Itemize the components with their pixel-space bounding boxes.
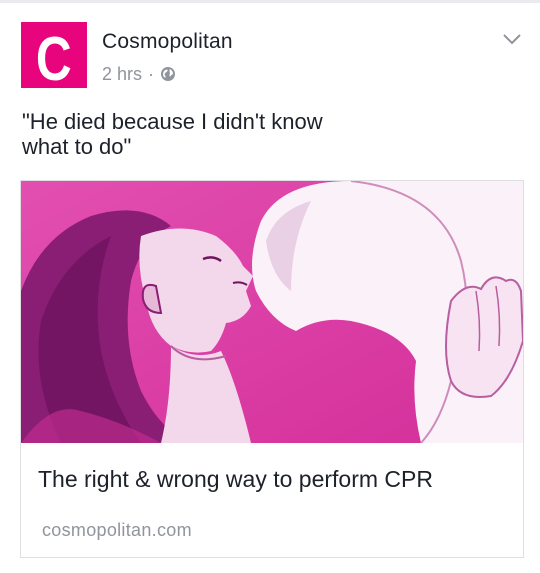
top-divider xyxy=(0,0,540,3)
link-domain: cosmopolitan.com xyxy=(42,520,192,540)
logo-letter: C xyxy=(36,24,72,88)
link-preview-image[interactable] xyxy=(21,181,523,443)
chevron-down-icon[interactable] xyxy=(502,32,522,46)
post-meta: 2 hrs · xyxy=(102,64,176,84)
page-avatar[interactable]: C xyxy=(21,22,87,88)
globe-icon xyxy=(160,66,176,82)
link-title[interactable]: The right & wrong way to perform CPR xyxy=(38,466,508,493)
link-preview-card[interactable]: The right & wrong way to perform CPR cos… xyxy=(20,180,524,558)
author-name[interactable]: Cosmopolitan xyxy=(102,30,233,54)
meta-separator: · xyxy=(148,63,155,84)
post-text-line-1: "He died because I didn't know xyxy=(22,109,323,134)
post-text-line-2: what to do" xyxy=(22,134,132,159)
cosmopolitan-logo-icon: C xyxy=(21,22,87,88)
post-text: "He died because I didn't know what to d… xyxy=(22,109,492,159)
post-timestamp[interactable]: 2 hrs xyxy=(102,64,142,85)
